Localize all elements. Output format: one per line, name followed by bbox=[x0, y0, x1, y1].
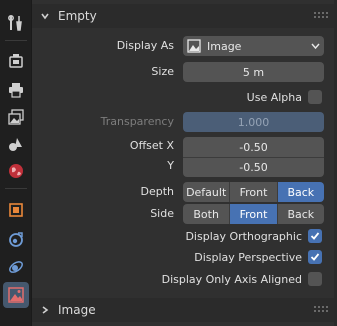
image-panel-header[interactable]: Image bbox=[32, 298, 337, 322]
offset-x-label: Offset X bbox=[129, 139, 174, 152]
wrench-screwdriver-icon bbox=[8, 15, 22, 31]
tab-render[interactable] bbox=[3, 48, 29, 74]
size-field[interactable]: 5 m bbox=[183, 62, 324, 82]
transparency-field[interactable]: 1.000 bbox=[183, 112, 324, 132]
display-perspective-row[interactable]: Display Perspective bbox=[194, 248, 322, 266]
display-orthographic-row[interactable]: Display Orthographic bbox=[185, 227, 322, 245]
depth-option-front[interactable]: Front bbox=[229, 182, 277, 202]
empty-section-title: Empty bbox=[58, 9, 97, 23]
side-option-back[interactable]: Back bbox=[276, 204, 324, 224]
tab-scene[interactable] bbox=[3, 131, 29, 157]
tab-physics[interactable] bbox=[3, 254, 29, 280]
world-icon bbox=[9, 164, 23, 178]
side-segmented: Both Front Back bbox=[183, 204, 324, 224]
use-alpha-row[interactable]: Use Alpha bbox=[247, 88, 322, 106]
depth-option-back[interactable]: Back bbox=[276, 182, 324, 202]
image-stack-icon bbox=[8, 109, 24, 125]
depth-segmented: Default Front Back bbox=[183, 182, 324, 202]
side-option-both[interactable]: Both bbox=[183, 204, 230, 224]
camera-back-icon bbox=[9, 54, 23, 68]
tab-constraints[interactable] bbox=[3, 226, 29, 252]
tab-object-data[interactable] bbox=[3, 282, 29, 308]
use-alpha-label: Use Alpha bbox=[246, 90, 302, 104]
printer-icon bbox=[9, 83, 23, 98]
offset-x-field[interactable]: -0.50 bbox=[183, 137, 324, 157]
image-section-title: Image bbox=[58, 303, 96, 317]
drag-grip-icon[interactable] bbox=[314, 12, 328, 20]
tab-tool[interactable] bbox=[3, 10, 29, 36]
empty-panel-header[interactable]: Empty bbox=[32, 4, 337, 28]
offset-y-label: Y bbox=[167, 159, 174, 172]
display-perspective-label: Display Perspective bbox=[194, 250, 302, 264]
chevron-down-icon bbox=[38, 9, 52, 23]
display-orthographic-label: Display Orthographic bbox=[185, 229, 302, 243]
display-as-dropdown[interactable]: Image bbox=[183, 36, 324, 56]
drag-grip-icon[interactable] bbox=[314, 306, 328, 314]
display-only-axis-aligned-checkbox[interactable] bbox=[308, 272, 322, 286]
physics-orbit-icon bbox=[9, 261, 23, 273]
properties-tab-strip bbox=[0, 0, 31, 326]
tab-view-layer[interactable] bbox=[3, 104, 29, 130]
constraint-icon bbox=[9, 232, 23, 247]
chevron-right-icon bbox=[38, 303, 52, 317]
transparency-label: Transparency bbox=[100, 115, 174, 128]
display-only-axis-aligned-row[interactable]: Display Only Axis Aligned bbox=[162, 270, 322, 288]
display-only-axis-aligned-label: Display Only Axis Aligned bbox=[161, 272, 302, 286]
scene-icon bbox=[9, 138, 22, 151]
properties-panel: Empty Display As Image Size 5 m Use Alph… bbox=[31, 0, 337, 326]
display-as-label: Display As bbox=[116, 39, 174, 52]
object-square-icon bbox=[9, 203, 23, 217]
tab-object[interactable] bbox=[3, 197, 29, 223]
tab-world[interactable] bbox=[3, 158, 29, 184]
checkmark-icon bbox=[310, 232, 320, 240]
side-label: Side bbox=[150, 207, 174, 220]
size-label: Size bbox=[151, 65, 174, 78]
image-data-icon bbox=[8, 287, 24, 303]
side-option-front[interactable]: Front bbox=[229, 204, 277, 224]
tab-output[interactable] bbox=[3, 77, 29, 103]
checkmark-icon bbox=[310, 253, 320, 261]
display-as-value: Image bbox=[207, 39, 242, 53]
display-orthographic-checkbox[interactable] bbox=[308, 229, 322, 243]
display-perspective-checkbox[interactable] bbox=[308, 250, 322, 264]
use-alpha-checkbox[interactable] bbox=[308, 90, 322, 104]
offset-y-field[interactable]: -0.50 bbox=[183, 157, 324, 177]
depth-option-default[interactable]: Default bbox=[183, 182, 230, 202]
image-icon bbox=[187, 39, 201, 53]
chevron-down-icon bbox=[311, 43, 320, 50]
depth-label: Depth bbox=[140, 185, 174, 198]
